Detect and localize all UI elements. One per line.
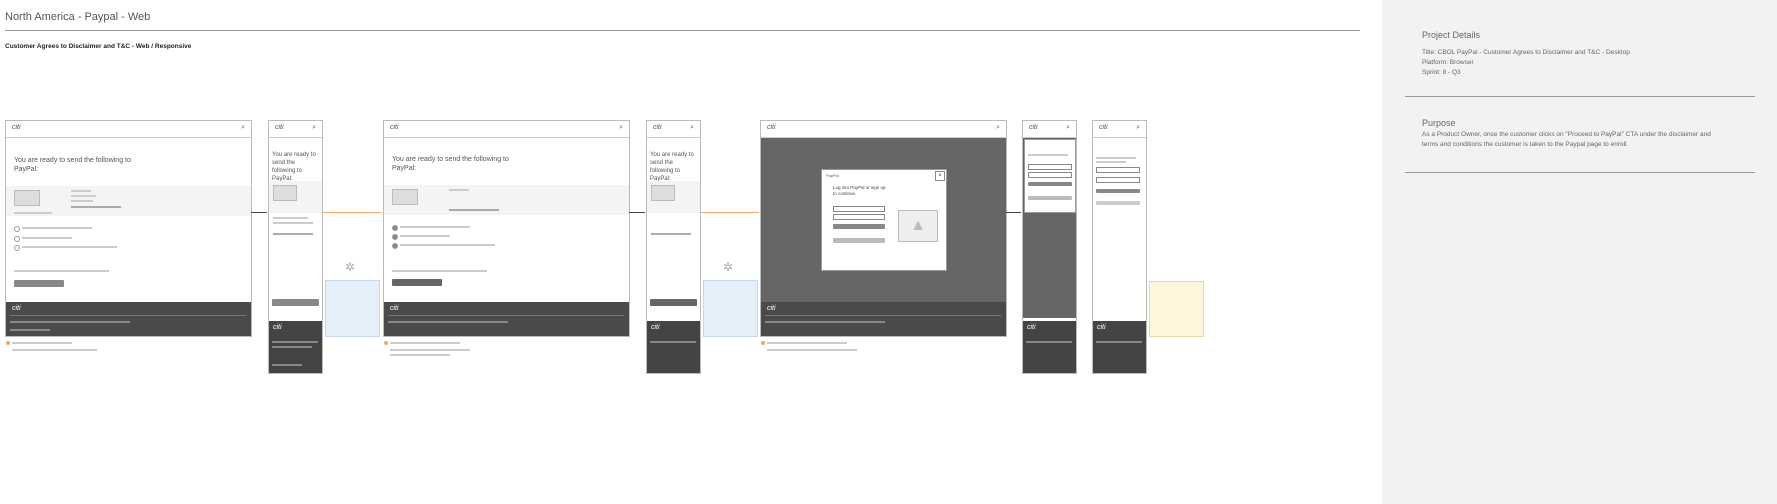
ready-heading: You are ready to send the following to P… (14, 157, 131, 173)
project-title-line: Title: CBOL PayPal - Customer Agrees to … (1422, 49, 1630, 56)
image-placeholder-icon: ▲ (898, 210, 938, 242)
paypal-modal-mobile (1024, 139, 1076, 213)
search-icon[interactable]: ⌕ (241, 124, 245, 132)
search-icon[interactable]: ⌕ (996, 124, 1000, 132)
annotation-note-yellow (1149, 281, 1204, 337)
purpose-text: As a Product Owner, once the customer cl… (1422, 131, 1711, 148)
flow-connector-orange (323, 212, 381, 213)
search-icon[interactable]: ⌕ (619, 124, 623, 132)
title-divider (5, 30, 1360, 31)
search-icon[interactable]: ⌕ (1136, 124, 1140, 132)
project-details-heading: Project Details (1422, 30, 1481, 40)
panel-divider (1405, 96, 1755, 97)
paypal-modal: PayPal × Log into PayPal or sign up to c… (821, 169, 947, 271)
mobile-screen-3b: citi ⌕ citi (1092, 120, 1147, 374)
panel-divider-2 (1405, 172, 1755, 173)
project-platform-line: Platform: Browser (1422, 59, 1474, 66)
modal-heading: Log into PayPal or sign up to continue. (833, 185, 886, 196)
signup-button[interactable] (833, 238, 885, 243)
password-field[interactable] (833, 214, 885, 220)
search-icon[interactable]: ⌕ (312, 124, 316, 132)
annotation-marker (6, 341, 10, 345)
paypal-logo: PayPal (826, 173, 839, 178)
annotation-note (703, 280, 758, 337)
page-subtitle: Customer Agrees to Disclaimer and T&C - … (5, 43, 192, 50)
spinner-icon: ✲ (723, 260, 734, 274)
citi-logo: citi (12, 124, 21, 131)
close-icon[interactable]: × (935, 171, 945, 181)
spinner-icon: ✲ (345, 260, 356, 274)
page-title: North America - Paypal - Web (5, 11, 151, 23)
annotation-note (325, 280, 380, 337)
desktop-screen-2: citi ⌕ You are ready to send the followin… (383, 120, 630, 337)
email-field[interactable] (833, 206, 885, 212)
mobile-screen-2: citi ⌕ You are ready to send the followin… (646, 120, 701, 374)
flow-connector (251, 212, 267, 213)
desktop-screen-3: citi ⌕ PayPal × Log into PayPal or sign u… (760, 120, 1007, 337)
mobile-screen-1: citi ⌕ You are ready to send the followin… (268, 120, 323, 374)
desktop-screen-1: citi ⌕ You are ready to send the followin… (5, 120, 252, 337)
search-icon[interactable]: ⌕ (690, 124, 694, 132)
footer: citi (6, 302, 251, 336)
purpose-heading: Purpose (1422, 118, 1456, 128)
project-details-panel: Project Details Title: CBOL PayPal - Cus… (1382, 0, 1777, 504)
project-sprint-line: Sprint: 8 - Q3 (1422, 69, 1461, 76)
login-button[interactable] (833, 224, 885, 229)
search-icon[interactable]: ⌕ (1066, 124, 1070, 132)
mobile-screen-3a: citi ⌕ citi (1022, 120, 1077, 374)
